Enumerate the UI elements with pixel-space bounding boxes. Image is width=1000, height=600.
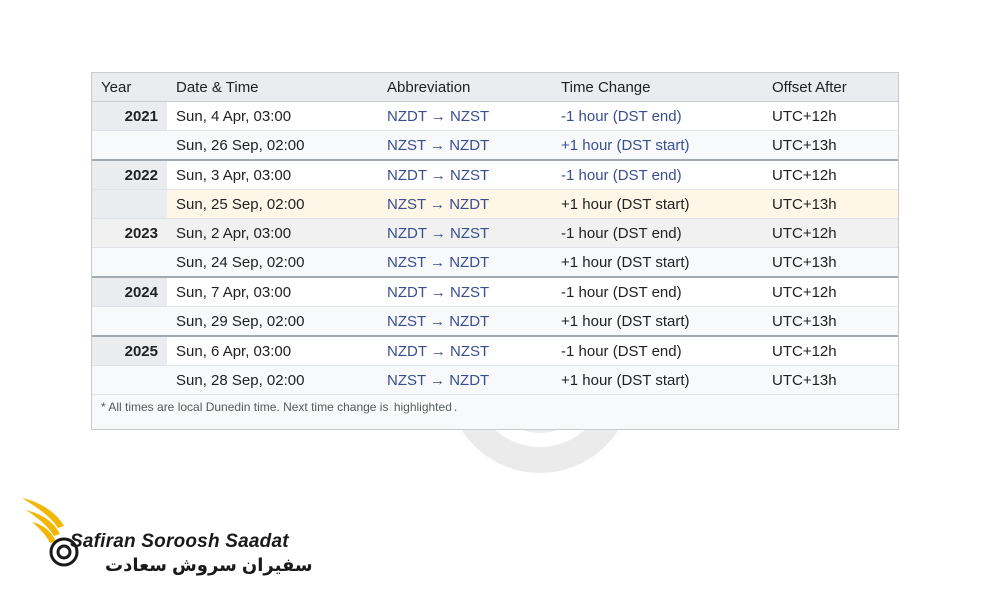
date-cell: Sun, 25 Sep, 02:00 (167, 189, 378, 219)
offset-cell: UTC+12h (763, 218, 898, 248)
abbreviation-link[interactable]: NZST → NZDT (378, 306, 552, 337)
table-row: Sun, 24 Sep, 02:00 NZST → NZDT +1 hour (… (92, 247, 898, 278)
table-row: Sun, 26 Sep, 02:00 NZST → NZDT +1 hour (… (92, 130, 898, 161)
abbreviation-link[interactable]: NZDT → NZST (378, 218, 552, 248)
offset-cell: UTC+13h (763, 365, 898, 395)
year-cell (92, 130, 167, 161)
year-cell (92, 189, 167, 219)
time-change-cell: +1 hour (DST start) (552, 306, 763, 337)
header-offset-after: Offset After (763, 73, 898, 102)
offset-cell: UTC+12h (763, 276, 898, 307)
header-time-change: Time Change (552, 73, 763, 102)
date-cell: Sun, 26 Sep, 02:00 (167, 130, 378, 161)
table-row: 2022 Sun, 3 Apr, 03:00 NZDT → NZST -1 ho… (92, 159, 898, 190)
abbreviation-link[interactable]: NZDT → NZST (378, 159, 552, 190)
table-header-row: Year Date & Time Abbreviation Time Chang… (92, 73, 898, 102)
year-cell (92, 365, 167, 395)
year-cell: 2021 (92, 101, 167, 131)
table-row: Sun, 29 Sep, 02:00 NZST → NZDT +1 hour (… (92, 306, 898, 337)
header-year: Year (92, 73, 167, 102)
abbreviation-link[interactable]: NZST → NZDT (378, 130, 552, 161)
date-cell: Sun, 6 Apr, 03:00 (167, 335, 378, 366)
header-date-time: Date & Time (167, 73, 378, 102)
year-cell: 2024 (92, 276, 167, 307)
date-cell: Sun, 29 Sep, 02:00 (167, 306, 378, 337)
offset-cell: UTC+13h (763, 247, 898, 278)
offset-cell: UTC+12h (763, 159, 898, 190)
time-change-link[interactable]: -1 hour (DST end) (552, 159, 763, 190)
abbreviation-link[interactable]: NZDT → NZST (378, 101, 552, 131)
abbreviation-link[interactable]: NZST → NZDT (378, 189, 552, 219)
abbreviation-link[interactable]: NZDT → NZST (378, 276, 552, 307)
header-abbreviation: Abbreviation (378, 73, 552, 102)
year-cell (92, 247, 167, 278)
date-cell: Sun, 24 Sep, 02:00 (167, 247, 378, 278)
table-row: Sun, 28 Sep, 02:00 NZST → NZDT +1 hour (… (92, 365, 898, 395)
offset-cell: UTC+13h (763, 306, 898, 337)
highlighted-table-row: Sun, 25 Sep, 02:00 NZST → NZDT +1 hour (… (92, 189, 898, 219)
time-change-link[interactable]: -1 hour (DST end) (552, 101, 763, 131)
date-cell: Sun, 3 Apr, 03:00 (167, 159, 378, 190)
footnote-end: . (453, 400, 458, 414)
time-change-cell: -1 hour (DST end) (552, 335, 763, 366)
time-change-link[interactable]: +1 hour (DST start) (552, 130, 763, 161)
offset-cell: UTC+13h (763, 130, 898, 161)
year-cell: 2023 (92, 218, 167, 248)
time-change-cell: -1 hour (DST end) (552, 276, 763, 307)
year-cell: 2025 (92, 335, 167, 366)
table-row: 2024 Sun, 7 Apr, 03:00 NZDT → NZST -1 ho… (92, 276, 898, 307)
date-cell: Sun, 4 Apr, 03:00 (167, 101, 378, 131)
table-row: 2021 Sun, 4 Apr, 03:00 NZDT → NZST -1 ho… (92, 101, 898, 131)
date-cell: Sun, 7 Apr, 03:00 (167, 276, 378, 307)
dst-table: Year Date & Time Abbreviation Time Chang… (92, 73, 898, 395)
footnote: * All times are local Dunedin time. Next… (101, 400, 457, 414)
abbreviation-link[interactable]: NZDT → NZST (378, 335, 552, 366)
brand-name-persian: سفیران سروش سعادت (105, 555, 313, 575)
date-cell: Sun, 2 Apr, 03:00 (167, 218, 378, 248)
date-cell: Sun, 28 Sep, 02:00 (167, 365, 378, 395)
time-change-cell: +1 hour (DST start) (552, 365, 763, 395)
footnote-text: * All times are local Dunedin time. Next… (101, 400, 389, 414)
time-change-cell: +1 hour (DST start) (552, 189, 763, 219)
table-row: 2023 Sun, 2 Apr, 03:00 NZDT → NZST -1 ho… (92, 218, 898, 248)
abbreviation-link[interactable]: NZST → NZDT (378, 247, 552, 278)
table-row: 2025 Sun, 6 Apr, 03:00 NZDT → NZST -1 ho… (92, 335, 898, 366)
time-change-cell: -1 hour (DST end) (552, 218, 763, 248)
abbreviation-link[interactable]: NZST → NZDT (378, 365, 552, 395)
year-cell (92, 306, 167, 337)
offset-cell: UTC+12h (763, 101, 898, 131)
offset-cell: UTC+13h (763, 189, 898, 219)
time-change-cell: +1 hour (DST start) (552, 247, 763, 278)
year-cell: 2022 (92, 159, 167, 190)
offset-cell: UTC+12h (763, 335, 898, 366)
time-change-panel: Year Date & Time Abbreviation Time Chang… (91, 72, 899, 430)
brand-name-english: Safiran Soroosh Saadat (70, 531, 289, 552)
footnote-highlight: highlighted (391, 400, 454, 414)
